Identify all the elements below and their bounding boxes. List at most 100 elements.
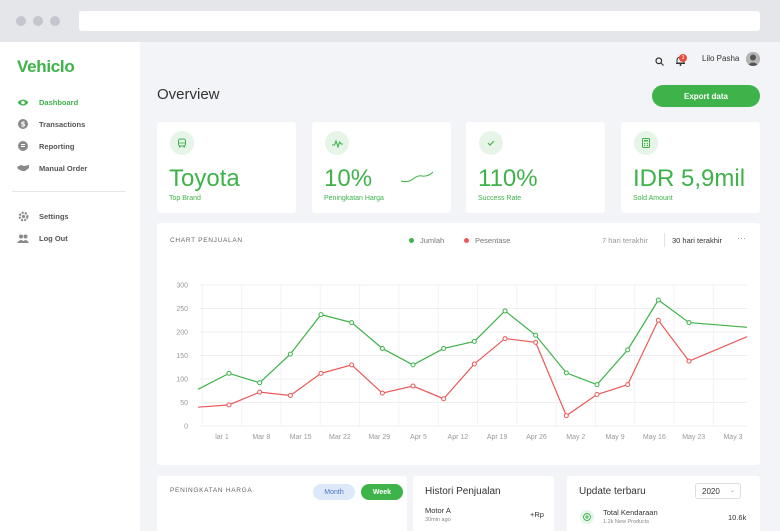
x-tick-label: Apr 12: [448, 434, 469, 441]
year-value: 2020: [702, 486, 720, 496]
divider: [12, 191, 126, 192]
sidebar-item-dashboard[interactable]: Dashboard: [17, 94, 78, 110]
series-line-jumlah: [197, 299, 748, 390]
check-icon: [479, 131, 503, 155]
card-title: PENINGKATAN HARGA: [170, 487, 253, 494]
stat-value: Toyota: [169, 165, 240, 192]
report-icon: [17, 140, 29, 152]
stat-card-top-brand: Toyota Top Brand: [157, 122, 296, 213]
window-dot[interactable]: [50, 16, 60, 26]
range-30-days[interactable]: 30 hari terakhir: [672, 236, 722, 245]
x-tick-label: May 9: [606, 434, 625, 441]
notification-badge: 3: [679, 54, 687, 62]
chart-title: CHART PENJUALAN: [170, 237, 243, 244]
year-select[interactable]: 2020 ⌄: [695, 483, 741, 499]
card-title: Update terbaru: [579, 486, 646, 497]
sales-chart-card: CHART PENJUALAN Jumlah Pesentase 7 hari …: [157, 223, 760, 465]
data-point: [563, 413, 569, 419]
address-bar[interactable]: [79, 11, 760, 31]
window-dot[interactable]: [33, 16, 43, 26]
browser-chrome: [0, 0, 780, 42]
y-tick-label: 150: [176, 353, 188, 360]
data-point: [594, 382, 600, 388]
data-point: [287, 351, 293, 357]
y-tick-label: 0: [184, 424, 188, 431]
data-point: [257, 380, 263, 386]
data-point: [686, 320, 692, 326]
sidebar-item-manual-order[interactable]: Manual Order: [17, 160, 87, 176]
stat-value: 10%: [324, 165, 373, 192]
stat-value: 110%: [478, 165, 538, 192]
x-tick-label: May 23: [682, 434, 705, 441]
username[interactable]: Lilo Pasha: [702, 54, 739, 63]
users-icon: [17, 232, 29, 244]
handshake-icon: [17, 162, 29, 174]
history-item-name: Motor A: [425, 506, 451, 515]
data-point: [441, 345, 447, 351]
range-7-days[interactable]: 7 hari terakhir: [602, 236, 648, 245]
card-title: Histori Penjualan: [425, 486, 501, 497]
sidebar-item-transactions[interactable]: $ Transactions: [17, 116, 85, 132]
x-tick-label: lar 1: [215, 434, 229, 441]
legend-dot: [464, 238, 469, 243]
search-icon[interactable]: [652, 54, 666, 68]
price-increase-card: PENINGKATAN HARGA Month Week: [157, 476, 407, 531]
legend-jumlah[interactable]: Jumlah: [409, 236, 444, 245]
series-line-pesentase: [197, 319, 748, 417]
sales-line-chart: 0 50 100 150 200 250 300 lar 1 Mar 8 Mar 15 Mar 22…: [176, 283, 748, 441]
x-tick-label: Mar 22: [329, 434, 351, 441]
stat-card-price-increase: 10% Peningkatan Harga: [312, 122, 451, 213]
stat-value: IDR 5,9mil: [633, 165, 746, 192]
page-title: Overview: [157, 86, 220, 103]
main-content: 3 Lilo Pasha Overview Export data Toyota…: [140, 42, 780, 531]
stat-label: Peningkatan Harga: [324, 195, 384, 202]
window-dot[interactable]: [16, 16, 26, 26]
x-tick-label: Mar 29: [368, 434, 390, 441]
data-point: [410, 383, 416, 389]
y-tick-label: 300: [176, 283, 188, 290]
legend-persentase[interactable]: Pesentase: [464, 236, 510, 245]
latest-update-card: Update terbaru 2020 ⌄ Total Kendaraan 1.…: [567, 476, 760, 531]
stat-label: Success Rate: [478, 195, 522, 202]
y-tick-label: 200: [176, 330, 188, 337]
y-tick-label: 100: [176, 377, 188, 384]
sidebar-item-settings[interactable]: Settings: [17, 208, 69, 224]
x-tick-label: May 2: [566, 434, 585, 441]
data-point: [441, 396, 447, 402]
sidebar-item-reporting[interactable]: Reporting: [17, 138, 74, 154]
month-toggle[interactable]: Month: [313, 484, 355, 500]
sparkline: [400, 171, 434, 183]
update-item-value: 10.6k: [728, 513, 747, 522]
avatar[interactable]: [746, 52, 760, 66]
data-point: [533, 339, 539, 345]
x-tick-label: Mar 8: [252, 434, 270, 441]
data-point: [502, 308, 508, 314]
stat-card-success-rate: 110% Success Rate: [466, 122, 605, 213]
chevron-down-icon: ⌄: [729, 488, 735, 494]
sidebar-item-label: Manual Order: [39, 163, 88, 173]
plus-icon: [580, 510, 594, 524]
data-point: [226, 402, 232, 408]
update-item-name: Total Kendaraan: [603, 508, 658, 517]
gear-icon: [17, 210, 29, 222]
sidebar-item-label: Log Out: [39, 233, 68, 243]
data-point: [226, 370, 232, 376]
export-data-button[interactable]: Export data: [652, 85, 760, 107]
divider: [664, 233, 665, 247]
data-point: [686, 358, 692, 364]
more-options-icon[interactable]: ···: [737, 233, 746, 243]
week-toggle[interactable]: Week: [361, 484, 403, 500]
sidebar-item-log-out[interactable]: Log Out: [17, 230, 68, 246]
data-point: [349, 362, 355, 368]
history-item-value: +Rp: [530, 510, 544, 519]
car-icon: [170, 131, 194, 155]
data-point: [533, 332, 539, 338]
update-item-sub: 1.2k New Products: [603, 519, 650, 525]
data-point: [625, 382, 631, 388]
svg-text:$: $: [21, 121, 26, 129]
logo: Vehiclo: [17, 57, 75, 76]
legend-label: Pesentase: [475, 236, 511, 245]
data-point: [594, 392, 600, 398]
data-point: [410, 362, 416, 368]
sidebar-item-label: Settings: [39, 211, 69, 221]
